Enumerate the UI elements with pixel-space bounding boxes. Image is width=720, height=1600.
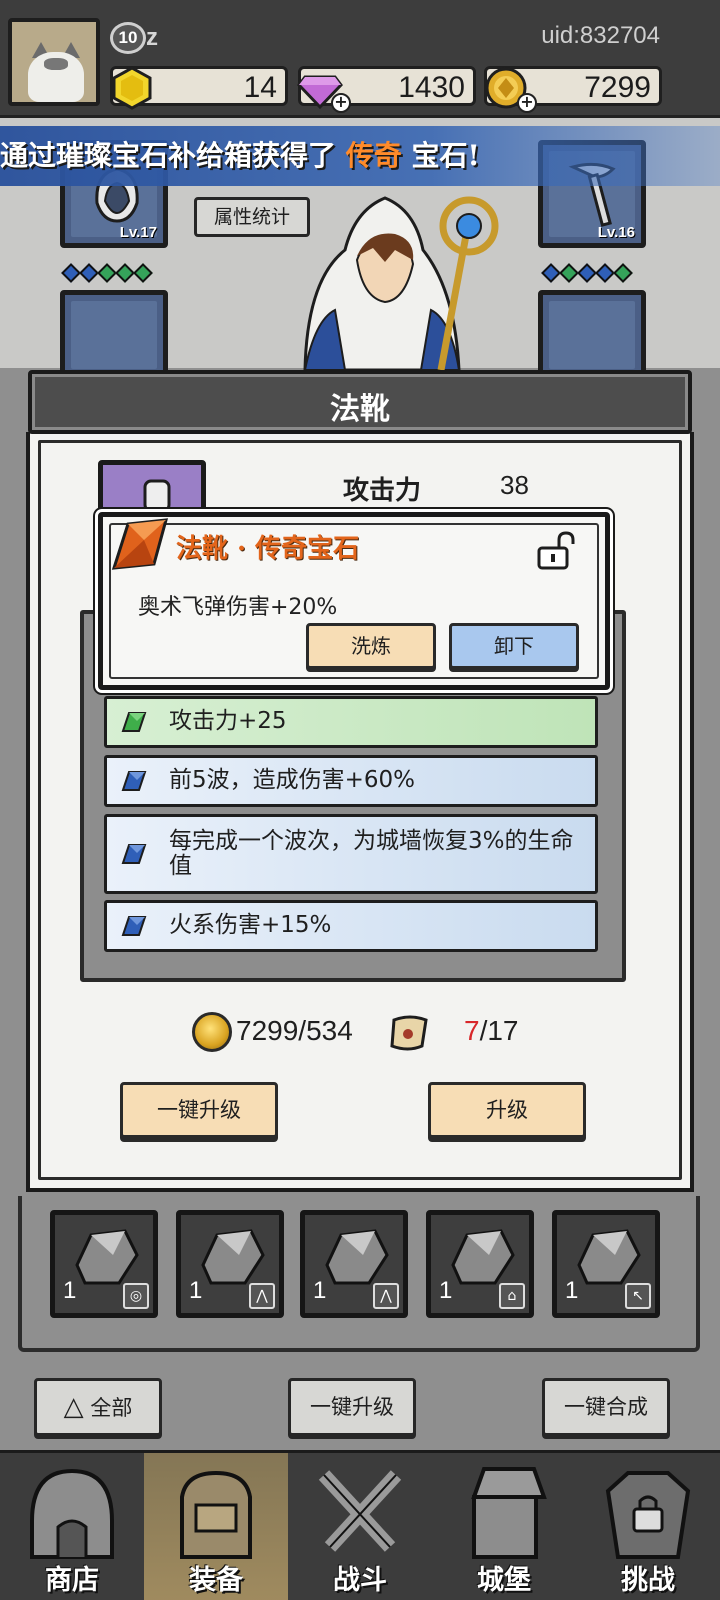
- robe-type-icon: ⋀: [249, 1283, 275, 1309]
- bottom-nav: 商店 装备 战斗 城堡 挑战: [0, 1450, 720, 1600]
- coin-cost: 7299/534: [236, 1015, 353, 1046]
- inventory-item[interactable]: 1 ◎: [50, 1210, 158, 1318]
- gem-effect-row[interactable]: 前5波，造成伤害+60%: [104, 755, 598, 807]
- bulk-upgrade-button[interactable]: 一键升级: [288, 1378, 416, 1436]
- nav-battle[interactable]: 战斗: [288, 1453, 432, 1600]
- backpack-icon: [180, 1470, 252, 1559]
- left-gem-indicators: [61, 263, 153, 283]
- gem-effect-row[interactable]: 每完成一个波次，为城墙恢复3%的生命值: [104, 814, 598, 894]
- gold-hex-icon: [112, 66, 152, 110]
- modal-header: 法靴: [28, 370, 692, 434]
- ore-stone-icon: [325, 1229, 389, 1285]
- gem-indicator: [559, 263, 579, 283]
- gem-effect-row[interactable]: 攻击力+25: [104, 696, 598, 748]
- scroll-need: /17: [479, 1015, 519, 1046]
- ore-stone-icon: [577, 1229, 641, 1285]
- gem-indicator: [79, 263, 99, 283]
- boots-type-icon: ⌂: [499, 1283, 525, 1309]
- hero-character: [303, 196, 499, 370]
- gem-indicator: [541, 263, 561, 283]
- gem-indicator: [115, 263, 135, 283]
- green-gem-icon: [121, 712, 147, 732]
- coin-icon: [192, 1012, 232, 1052]
- gem-indicator: [613, 263, 633, 283]
- modal-title: 法靴: [330, 392, 390, 427]
- robe-type-icon: ⋀: [373, 1283, 399, 1309]
- blue-gem-icon: [121, 844, 147, 864]
- gem-popup-title: 法靴 · 传奇宝石: [176, 534, 360, 564]
- nav-shop[interactable]: 商店: [0, 1453, 144, 1600]
- right-gem-indicators: [541, 263, 633, 283]
- bulk-merge-button[interactable]: 一键合成: [542, 1378, 670, 1436]
- add-diamond-icon[interactable]: +: [331, 93, 351, 113]
- castle-icon: [471, 1467, 547, 1559]
- upgrade-button[interactable]: 升级: [428, 1082, 586, 1138]
- crossed-swords-icon: [318, 1470, 402, 1552]
- triangle-up-icon: △: [63, 1392, 84, 1422]
- upgrade-all-button[interactable]: 一键升级: [120, 1082, 278, 1138]
- scroll-cost: 7/17: [464, 1015, 519, 1047]
- reward-banner: 通过璀璨宝石补给箱获得了 传奇 宝石!: [0, 126, 720, 186]
- unlock-icon[interactable]: [535, 530, 577, 572]
- inventory-item[interactable]: 1 ⋀: [300, 1210, 408, 1318]
- equip-slot-robe[interactable]: [60, 290, 168, 380]
- shop-hut-icon: [30, 1468, 114, 1559]
- player-uid: uid:832704: [541, 22, 660, 49]
- gem-indicator: [61, 263, 81, 283]
- inventory-item[interactable]: 1 ↖: [552, 1210, 660, 1318]
- gem-effect-row[interactable]: 火系伤害+15%: [104, 900, 598, 952]
- nav-challenge[interactable]: 挑战: [576, 1453, 720, 1600]
- locked-armor-icon: [605, 1471, 691, 1559]
- gem-popup-description: 奥术飞弹伤害+20%: [138, 595, 338, 620]
- inventory-item[interactable]: 1 ⌂: [426, 1210, 534, 1318]
- player-name: z: [146, 24, 158, 51]
- blue-gem-icon: [121, 916, 147, 936]
- attack-value: 38: [500, 470, 529, 500]
- equip-slot-ring[interactable]: [538, 290, 646, 380]
- blue-gem-icon: [121, 771, 147, 791]
- attack-label: 攻击力: [343, 476, 422, 506]
- diamond-counter[interactable]: + 1430: [297, 66, 476, 113]
- scroll-icon: [390, 1015, 428, 1051]
- ore-stone-icon: [201, 1229, 265, 1285]
- add-coin-icon[interactable]: +: [517, 93, 537, 113]
- boots-icon: [143, 479, 171, 513]
- reward-banner-text: 通过璀璨宝石补给箱获得了 传奇 宝石!: [0, 139, 480, 172]
- nav-equipment[interactable]: 装备: [144, 1453, 288, 1600]
- gem-indicator: [577, 263, 597, 283]
- gem-indicator: [595, 263, 615, 283]
- ore-stone-icon: [75, 1229, 139, 1285]
- scroll-have: 7: [464, 1015, 480, 1046]
- player-level-badge: 10: [110, 22, 146, 54]
- ring-type-icon: ◎: [123, 1283, 149, 1309]
- refine-button[interactable]: 洗炼: [306, 623, 436, 669]
- ore-stone-icon: [451, 1229, 515, 1285]
- legendary-gem-icon: [111, 518, 169, 570]
- filter-all-button[interactable]: △ 全部: [34, 1378, 162, 1436]
- unequip-button[interactable]: 卸下: [449, 623, 579, 669]
- inventory-item[interactable]: 1 ⋀: [176, 1210, 284, 1318]
- staff-type-icon: ↖: [625, 1283, 651, 1309]
- gem-indicator: [133, 263, 153, 283]
- coin-counter[interactable]: + 7299: [484, 66, 662, 113]
- gem-indicator: [97, 263, 117, 283]
- hex-gold-counter: 14: [110, 66, 288, 110]
- avatar[interactable]: [8, 18, 100, 106]
- nav-castle[interactable]: 城堡: [432, 1453, 576, 1600]
